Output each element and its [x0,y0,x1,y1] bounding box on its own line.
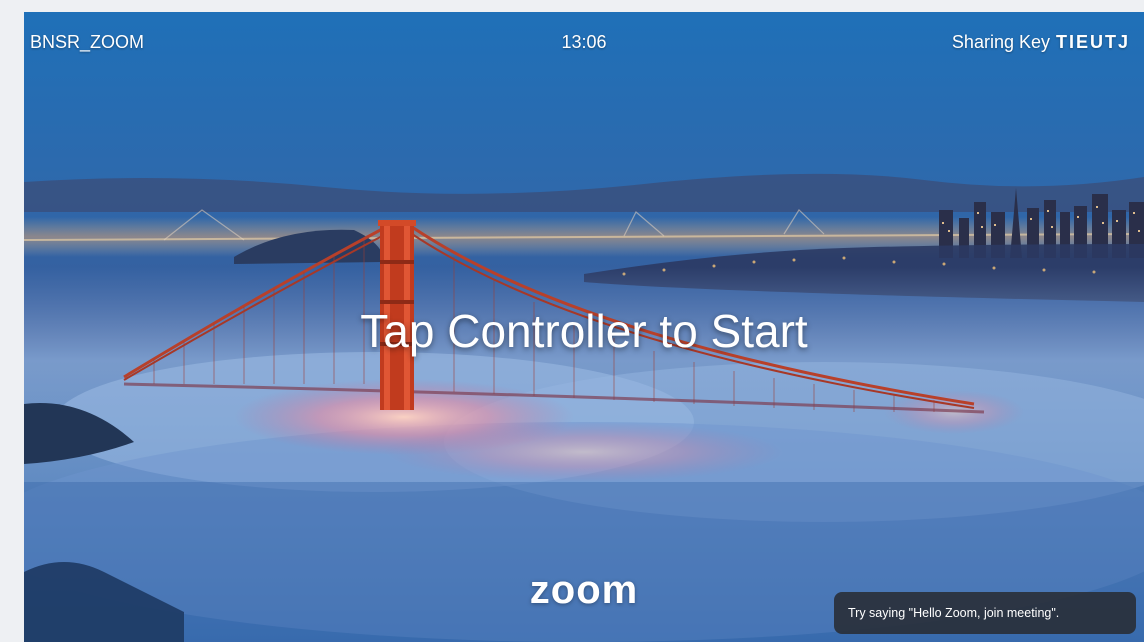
sharing-key-label: Sharing Key [951,32,1050,52]
zoom-rooms-home-screen[interactable]: BNSR_ZOOM 13:06 Sharing Key TIEUTJ Tap Co… [24,12,1144,642]
sharing-key-display: Sharing Key TIEUTJ [952,32,1130,53]
voice-command-hint: Try saying "Hello Zoom, join meeting". [834,592,1136,634]
tap-controller-prompt[interactable]: Tap Controller to Start [24,304,1144,358]
sharing-key-value: TIEUTJ [1055,32,1130,52]
